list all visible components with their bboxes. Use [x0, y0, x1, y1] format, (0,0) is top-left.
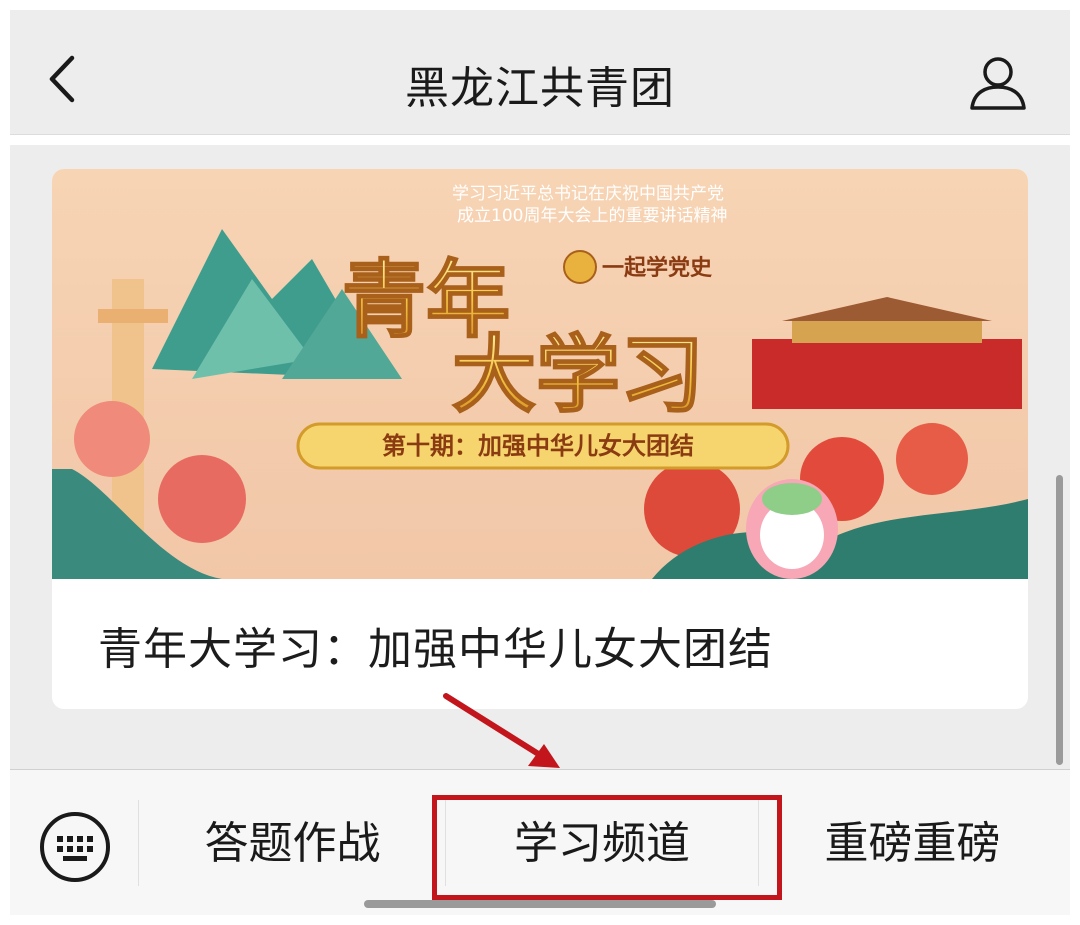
menu-item-quiz[interactable]: 答题作战 — [160, 804, 425, 884]
annotation-arrow-icon — [443, 693, 560, 768]
banner-badge-text: 一起学党史 — [602, 255, 713, 281]
keyboard-toggle-button[interactable] — [38, 810, 112, 884]
menu-item-study-channel[interactable]: 学习频道 — [446, 804, 758, 884]
header-bar: 黑龙江共青团 — [10, 10, 1070, 135]
menu-item-headlines[interactable]: 重磅重磅 — [760, 804, 1065, 884]
page-title: 黑龙江共青团 — [405, 63, 675, 114]
article-title: 青年大学习：加强中华儿女大团结 — [98, 624, 773, 675]
menu-separator — [138, 800, 139, 886]
banner-caption-1: 学习习近平总书记在庆祝中国共产党 — [452, 184, 724, 204]
scrollbar[interactable] — [1056, 475, 1063, 765]
home-indicator[interactable] — [364, 900, 716, 908]
header-divider — [10, 135, 1070, 145]
bottom-menu-bar: 答题作战 学习频道 重磅重磅 — [10, 769, 1070, 915]
profile-button[interactable] — [968, 54, 1028, 112]
message-area[interactable]: 青年 大学习 一起学党史 学习习近平总书记在庆祝中国共产党 成立100周年大会上… — [10, 145, 1070, 769]
banner-main-title-2: 大学习 — [452, 325, 704, 424]
user-profile-icon — [970, 57, 1026, 110]
banner-episode-label: 第十期：加强中华儿女大团结 — [382, 432, 694, 460]
article-banner-image: 青年 大学习 一起学党史 学习习近平总书记在庆祝中国共产党 成立100周年大会上… — [52, 169, 1028, 579]
keyboard-icon — [40, 812, 110, 882]
wechat-official-account-screen: 黑龙江共青团 青年 大学习 一起学党史 学习习近平总书记在庆祝中国共产党 成立1… — [10, 10, 1070, 915]
article-card[interactable]: 青年 大学习 一起学党史 学习习近平总书记在庆祝中国共产党 成立100周年大会上… — [52, 169, 1028, 709]
menu-separator — [758, 800, 759, 886]
banner-caption-2: 成立100周年大会上的重要讲话精神 — [457, 206, 727, 226]
